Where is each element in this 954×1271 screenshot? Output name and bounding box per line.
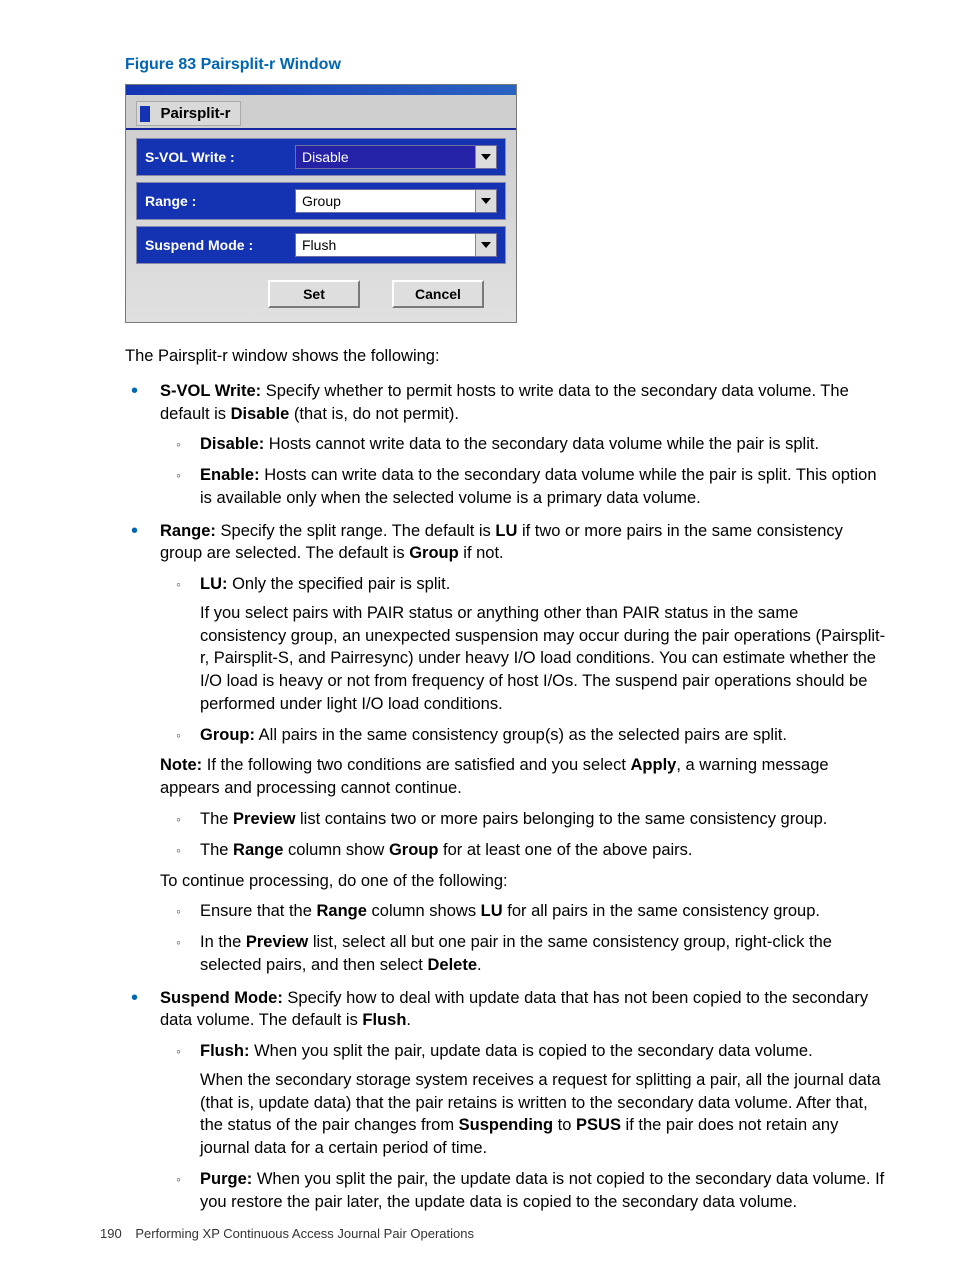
dropdown-arrow-icon bbox=[475, 234, 496, 256]
sub-list: Flush: When you split the pair, update d… bbox=[160, 1040, 886, 1213]
text: All pairs in the same consistency group(… bbox=[255, 726, 787, 744]
tab-marker-icon bbox=[140, 106, 150, 122]
text: if not. bbox=[459, 544, 504, 562]
text: LU bbox=[481, 902, 503, 920]
text: When you split the pair, update data is … bbox=[250, 1042, 813, 1060]
select-range-value: Group bbox=[296, 193, 475, 209]
sub-lu: LU: Only the specified pair is split. If… bbox=[160, 573, 886, 716]
intro-text: The Pairsplit-r window shows the followi… bbox=[125, 345, 886, 368]
main-list: S-VOL Write: Specify whether to permit h… bbox=[125, 380, 886, 1214]
text: LU bbox=[495, 522, 517, 540]
term: LU: bbox=[200, 575, 228, 593]
select-suspend-value: Flush bbox=[296, 237, 475, 253]
text: to bbox=[553, 1116, 576, 1134]
dialog-button-row: Set Cancel bbox=[136, 270, 506, 308]
text: Disable bbox=[231, 405, 290, 423]
text: In the bbox=[200, 933, 246, 951]
text: for at least one of the above pairs. bbox=[438, 841, 692, 859]
text: Specify the split range. The default is bbox=[216, 522, 495, 540]
sub-list: LU: Only the specified pair is split. If… bbox=[160, 573, 886, 746]
term: Suspend Mode: bbox=[160, 989, 283, 1007]
text: list contains two or more pairs belongin… bbox=[295, 810, 827, 828]
text: column show bbox=[283, 841, 388, 859]
dialog-tab[interactable]: Pairsplit-r bbox=[136, 101, 241, 126]
text: The bbox=[200, 810, 233, 828]
text: Only the specified pair is split. bbox=[228, 575, 451, 593]
page-number: 190 bbox=[100, 1226, 122, 1241]
condition-1: The Preview list contains two or more pa… bbox=[160, 808, 886, 831]
sub-list: Disable: Hosts cannot write data to the … bbox=[160, 433, 886, 509]
text: . bbox=[477, 956, 482, 974]
text: Apply bbox=[631, 756, 677, 774]
dialog-body: S-VOL Write : Disable Range : Group bbox=[126, 128, 516, 322]
flush-paragraph: When the secondary storage system receiv… bbox=[200, 1069, 886, 1160]
term: Note: bbox=[160, 756, 202, 774]
select-svol-write[interactable]: Disable bbox=[295, 145, 497, 169]
term: Group: bbox=[200, 726, 255, 744]
text: Group bbox=[409, 544, 459, 562]
continue-text: To continue processing, do one of the fo… bbox=[160, 870, 886, 893]
text: Preview bbox=[246, 933, 308, 951]
dropdown-arrow-icon bbox=[475, 190, 496, 212]
lu-paragraph: If you select pairs with PAIR status or … bbox=[200, 602, 886, 716]
term: Disable: bbox=[200, 435, 264, 453]
dropdown-arrow-icon bbox=[475, 146, 496, 168]
tab-label: Pairsplit-r bbox=[160, 102, 240, 125]
select-range[interactable]: Group bbox=[295, 189, 497, 213]
text: Preview bbox=[233, 810, 295, 828]
dialog-title-bar bbox=[126, 85, 516, 95]
cancel-button[interactable]: Cancel bbox=[392, 280, 484, 308]
text: Suspending bbox=[459, 1116, 553, 1134]
condition-2: The Range column show Group for at least… bbox=[160, 839, 886, 862]
text: Delete bbox=[427, 956, 477, 974]
item-range: Range: Specify the split range. The defa… bbox=[125, 520, 886, 977]
body-text: The Pairsplit-r window shows the followi… bbox=[125, 345, 886, 1214]
figure-caption: Figure 83 Pairsplit-r Window bbox=[125, 56, 886, 74]
select-svol-value: Disable bbox=[296, 149, 475, 165]
page-footer: 190 Performing XP Continuous Access Jour… bbox=[100, 1226, 474, 1241]
item-suspend: Suspend Mode: Specify how to deal with u… bbox=[125, 987, 886, 1214]
footer-section: Performing XP Continuous Access Journal … bbox=[135, 1226, 474, 1241]
text: (that is, do not permit). bbox=[289, 405, 459, 423]
term: Purge: bbox=[200, 1170, 252, 1188]
set-button[interactable]: Set bbox=[268, 280, 360, 308]
row-range: Range : Group bbox=[136, 182, 506, 220]
row-suspend-mode: Suspend Mode : Flush bbox=[136, 226, 506, 264]
text: Hosts can write data to the secondary da… bbox=[200, 466, 877, 507]
term: Flush: bbox=[200, 1042, 250, 1060]
term: S-VOL Write: bbox=[160, 382, 261, 400]
text: . bbox=[406, 1011, 411, 1029]
sub-purge: Purge: When you split the pair, the upda… bbox=[160, 1168, 886, 1214]
text: Group bbox=[389, 841, 439, 859]
sub-flush: Flush: When you split the pair, update d… bbox=[160, 1040, 886, 1160]
conditions-list: The Preview list contains two or more pa… bbox=[160, 808, 886, 862]
text: Range bbox=[233, 841, 283, 859]
label-suspend-mode: Suspend Mode : bbox=[145, 237, 295, 253]
text: Hosts cannot write data to the secondary… bbox=[264, 435, 819, 453]
sub-enable: Enable: Hosts can write data to the seco… bbox=[160, 464, 886, 510]
label-range: Range : bbox=[145, 193, 295, 209]
sub-disable: Disable: Hosts cannot write data to the … bbox=[160, 433, 886, 456]
term: Range: bbox=[160, 522, 216, 540]
note-block: Note: If the following two conditions ar… bbox=[160, 754, 886, 800]
select-suspend-mode[interactable]: Flush bbox=[295, 233, 497, 257]
text: column shows bbox=[367, 902, 481, 920]
text: Flush bbox=[362, 1011, 406, 1029]
item-svol: S-VOL Write: Specify whether to permit h… bbox=[125, 380, 886, 510]
text: When you split the pair, the update data… bbox=[200, 1170, 884, 1211]
sub-group: Group: All pairs in the same consistency… bbox=[160, 724, 886, 747]
text: PSUS bbox=[576, 1116, 621, 1134]
text: If the following two conditions are sati… bbox=[202, 756, 630, 774]
text: The bbox=[200, 841, 233, 859]
row-svol-write: S-VOL Write : Disable bbox=[136, 138, 506, 176]
term: Enable: bbox=[200, 466, 260, 484]
fix-2: In the Preview list, select all but one … bbox=[160, 931, 886, 977]
text: Ensure that the bbox=[200, 902, 317, 920]
text: Range bbox=[317, 902, 367, 920]
fix-list: Ensure that the Range column shows LU fo… bbox=[160, 900, 886, 976]
fix-1: Ensure that the Range column shows LU fo… bbox=[160, 900, 886, 923]
label-svol-write: S-VOL Write : bbox=[145, 149, 295, 165]
text: for all pairs in the same consistency gr… bbox=[503, 902, 820, 920]
pairsplit-dialog: Pairsplit-r S-VOL Write : Disable Range … bbox=[125, 84, 517, 323]
